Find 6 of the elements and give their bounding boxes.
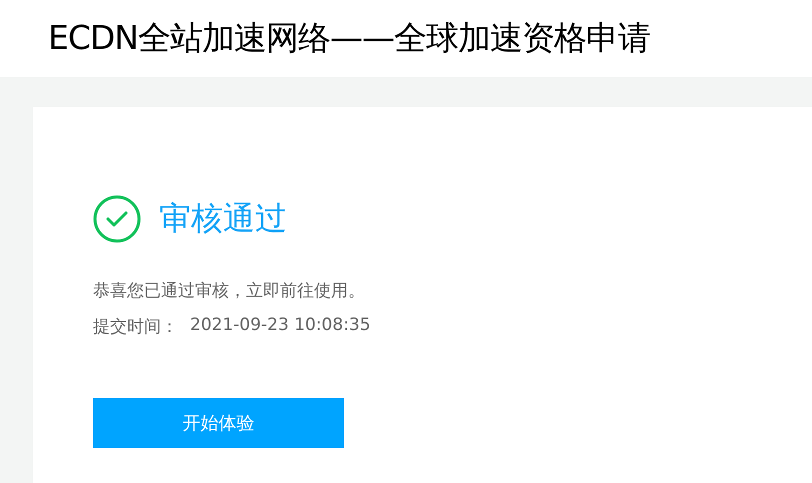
status-heading: 审核通过 [159,198,287,239]
status-message: 恭喜您已通过审核，立即前往使用。 [93,280,366,302]
page-title: ECDN全站加速网络——全球加速资格申请 [48,17,650,59]
start-button[interactable]: 开始体验 [93,398,344,448]
submit-time-label: 提交时间： [93,316,178,338]
submit-time: 2021-09-23 10:08:35 [190,315,371,337]
